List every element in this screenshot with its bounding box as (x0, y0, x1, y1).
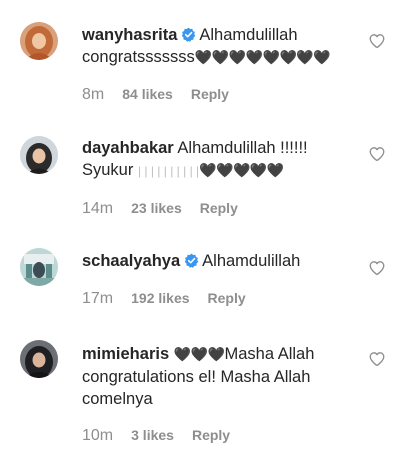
reply-button[interactable]: Reply (200, 200, 238, 216)
comment-username[interactable]: dayahbakar (82, 139, 174, 157)
comment-body: dayahbakar Alhamdulillah !!!!!! Syukur |… (82, 137, 357, 182)
comment-meta: 17m 192 likes Reply (82, 290, 246, 308)
comment-text: Alhamdulillah (202, 252, 301, 270)
avatar[interactable] (20, 136, 58, 174)
comment-time: 10m (82, 427, 114, 444)
heart-outline-icon[interactable] (368, 350, 386, 368)
heart-emoji-icon: 🖤🖤🖤 (173, 347, 225, 363)
like-count[interactable]: 192 likes (131, 290, 189, 306)
comment-body: mimieharis 🖤🖤🖤Masha Allah congratulation… (82, 343, 357, 410)
comment-meta: 14m 23 likes Reply (82, 200, 238, 218)
heart-outline-icon[interactable] (368, 32, 386, 50)
heart-emoji-icon: 🖤🖤🖤🖤🖤🖤🖤🖤 (194, 50, 331, 66)
comment-text: Alhamdulillah (199, 26, 298, 44)
comment-text: comelnya (82, 390, 153, 408)
comment-text: Syukur (82, 161, 134, 179)
heart-outline-icon[interactable] (368, 145, 386, 163)
avatar[interactable] (20, 340, 58, 378)
comment-time: 14m (82, 200, 114, 217)
like-count[interactable]: 23 likes (131, 200, 182, 216)
heart-outline-icon[interactable] (368, 259, 386, 277)
heart-emoji-icon: 🖤🖤🖤🖤🖤 (199, 163, 284, 179)
comment-time: 17m (82, 290, 114, 307)
reply-button[interactable]: Reply (192, 427, 230, 443)
comment-text: Alhamdulillah !!!!!! (177, 139, 308, 157)
comment-meta: 8m 84 likes Reply (82, 86, 229, 104)
comment-body: schaalyahya Alhamdulillah (82, 250, 357, 272)
reply-button[interactable]: Reply (191, 86, 229, 102)
avatar[interactable] (20, 22, 58, 60)
reply-button[interactable]: Reply (208, 290, 246, 306)
comment-text: Masha Allah (224, 345, 315, 363)
like-count[interactable]: 84 likes (122, 86, 173, 102)
comment-body: wanyhasrita Alhamdulillah congratsssssss🖤… (82, 24, 357, 69)
comment-username[interactable]: wanyhasrita (82, 26, 177, 44)
like-count[interactable]: 3 likes (131, 427, 174, 443)
comment-username[interactable]: schaalyahya (82, 252, 180, 270)
comment-text: congratsssssss (82, 48, 195, 66)
comment-text: | | | | | | | | | | (137, 164, 200, 178)
verified-badge-icon (184, 253, 199, 268)
comment-username[interactable]: mimieharis (82, 345, 169, 363)
comment-text: congratulations el! Masha Allah (82, 368, 311, 386)
comment-meta: 10m 3 likes Reply (82, 427, 230, 445)
verified-badge-icon (181, 27, 196, 42)
comment-time: 8m (82, 86, 105, 103)
avatar[interactable] (20, 248, 58, 286)
